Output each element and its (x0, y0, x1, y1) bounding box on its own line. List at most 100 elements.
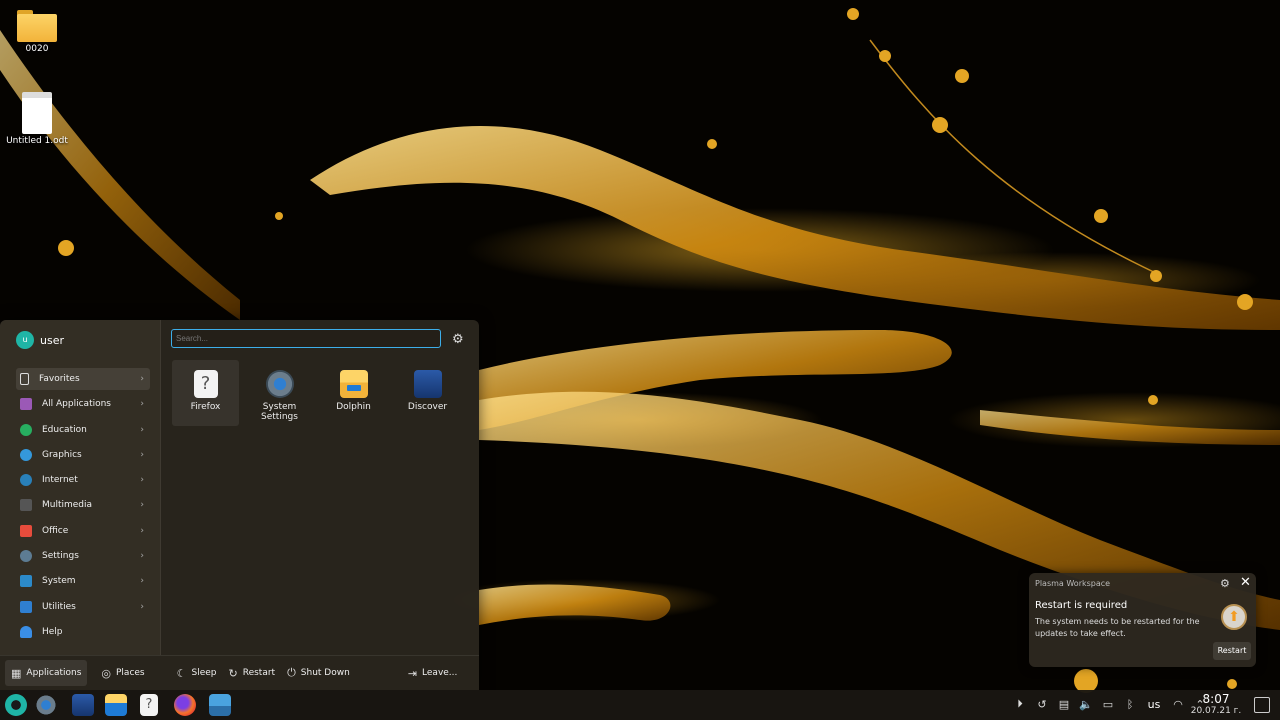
launcher-sidebar: u user Favorites › All Applications › Ed… (0, 320, 161, 655)
category-label: All Applications (42, 399, 111, 410)
category-label: Internet (42, 475, 78, 486)
chevron-right-icon: › (140, 449, 144, 460)
show-desktop-button[interactable] (1254, 697, 1270, 713)
app-discover[interactable]: Discover (394, 360, 461, 426)
clock-date: 20.07.21 г. (1190, 706, 1242, 716)
category-help[interactable]: Help (16, 621, 150, 643)
media-player-icon[interactable]: ⏵ (1012, 697, 1028, 711)
digital-clock[interactable]: 8:07 20.07.21 г. (1188, 693, 1244, 717)
app-label: Discover (407, 402, 448, 412)
launcher-footer: ▦ Applications ◎ Places ☾ Sleep ↻ Restar… (0, 655, 479, 690)
system-settings-icon (265, 370, 294, 398)
dolphin-folder-icon (339, 370, 368, 398)
moon-icon: ☾ (176, 666, 187, 680)
launcher-settings-gear-icon[interactable]: ⚙ (452, 332, 464, 347)
firefox-icon[interactable] (174, 694, 196, 716)
help-icon (20, 625, 32, 638)
desktop-file-untitled[interactable]: Untitled 1.odt (2, 92, 72, 146)
education-icon (20, 423, 32, 436)
settings-icon (20, 550, 32, 563)
category-label: Utilities (42, 601, 76, 612)
chevron-right-icon: › (140, 576, 144, 587)
notification-popup: Plasma Workspace ⚙ ✕ Restart is required… (1029, 573, 1256, 667)
app-label: Firefox (190, 402, 221, 412)
category-internet[interactable]: Internet › (16, 469, 150, 491)
category-label: Favorites (39, 374, 80, 384)
grid-icon: ▦ (11, 666, 22, 680)
app-system-settings[interactable]: System Settings (246, 360, 313, 426)
category-office[interactable]: Office › (16, 520, 150, 542)
app-label: System Settings (261, 402, 298, 422)
dolphin-folder-icon[interactable] (105, 694, 127, 716)
discover-icon (413, 370, 442, 398)
chevron-right-icon: › (140, 601, 144, 612)
chevron-right-icon: › (140, 500, 144, 511)
volume-icon[interactable]: 🔈 (1078, 698, 1094, 711)
restart-label: Restart (242, 668, 276, 678)
sleep-label: Sleep (191, 668, 217, 678)
shutdown-button[interactable]: ⏻ Shut Down (281, 660, 356, 686)
category-graphics[interactable]: Graphics › (16, 444, 150, 466)
system-icon (20, 575, 32, 588)
chevron-right-icon: › (140, 525, 144, 536)
sleep-button[interactable]: ☾ Sleep (171, 660, 223, 686)
category-system[interactable]: System › (16, 570, 150, 592)
category-label: Graphics (42, 449, 82, 460)
leave-label: Leave... (422, 668, 458, 678)
category-label: Education (42, 424, 87, 435)
application-launcher-icon[interactable] (5, 694, 27, 716)
restart-icon: ↻ (228, 666, 238, 680)
tab-applications[interactable]: ▦ Applications (5, 660, 88, 686)
clipboard-icon[interactable]: ▤ (1056, 698, 1072, 711)
close-icon[interactable]: ✕ (1240, 575, 1251, 590)
search-input[interactable] (171, 329, 441, 348)
favorites-grid: ? Firefox System Settings Dolphin Discov… (172, 360, 461, 426)
multimedia-icon (20, 499, 32, 512)
internet-icon (20, 474, 32, 487)
unknown-app-icon: ? (193, 370, 218, 398)
category-all-applications[interactable]: All Applications › (16, 393, 150, 415)
application-launcher: u user Favorites › All Applications › Ed… (0, 320, 479, 690)
system-tray: ⏵ ↺ ▤ 🔈 ▭ ᛒ us ◠ ⌃ (1012, 697, 1208, 711)
wifi-icon[interactable]: ◠ (1170, 698, 1186, 711)
desktop-folder-0020[interactable]: 0020 (2, 10, 72, 54)
document-icon (22, 92, 52, 134)
avatar[interactable]: u (16, 331, 34, 349)
chevron-right-icon: › (140, 475, 144, 486)
app-dolphin[interactable]: Dolphin (320, 360, 387, 426)
system-settings-icon[interactable] (35, 694, 57, 716)
category-utilities[interactable]: Utilities › (16, 596, 150, 618)
bluetooth-icon[interactable]: ᛒ (1122, 698, 1138, 711)
category-label: Multimedia (42, 500, 93, 511)
discover-icon[interactable] (72, 694, 94, 716)
category-favorites[interactable]: Favorites › (16, 368, 150, 390)
clock-time: 8:07 (1202, 692, 1230, 706)
image-viewer-icon[interactable] (209, 694, 231, 716)
category-label: System (42, 576, 76, 587)
tab-label: Places (116, 668, 145, 678)
utilities-icon (20, 600, 32, 613)
folder-icon (17, 10, 57, 42)
app-firefox[interactable]: ? Firefox (172, 360, 239, 426)
restart-button[interactable]: ↻ Restart (223, 660, 282, 686)
compass-icon: ◎ (101, 666, 111, 680)
tab-places[interactable]: ◎ Places (95, 660, 150, 686)
user-name: user (40, 333, 64, 347)
bookmark-icon (20, 373, 29, 385)
power-icon: ⏻ (287, 666, 296, 679)
desktop-icon-label: 0020 (25, 44, 49, 54)
keyboard-layout-indicator[interactable]: us (1144, 698, 1164, 711)
grid-icon (20, 398, 32, 411)
battery-icon[interactable]: ▭ (1100, 698, 1116, 711)
updates-icon[interactable]: ↺ (1034, 698, 1050, 711)
category-education[interactable]: Education › (16, 419, 150, 441)
leave-button[interactable]: ⇥ Leave... (402, 660, 464, 686)
category-settings[interactable]: Settings › (16, 545, 150, 567)
category-multimedia[interactable]: Multimedia › (16, 494, 150, 516)
user-profile[interactable]: u user (16, 330, 64, 350)
notification-settings-gear-icon[interactable]: ⚙ (1220, 577, 1230, 590)
unknown-app-icon[interactable]: ? (140, 694, 158, 716)
chevron-right-icon: › (140, 399, 144, 410)
notification-restart-button[interactable]: Restart (1213, 642, 1251, 660)
taskbar: ? ⏵ ↺ ▤ 🔈 ▭ ᛒ us ◠ ⌃ 8:07 20.07.21 г. (0, 690, 1280, 720)
